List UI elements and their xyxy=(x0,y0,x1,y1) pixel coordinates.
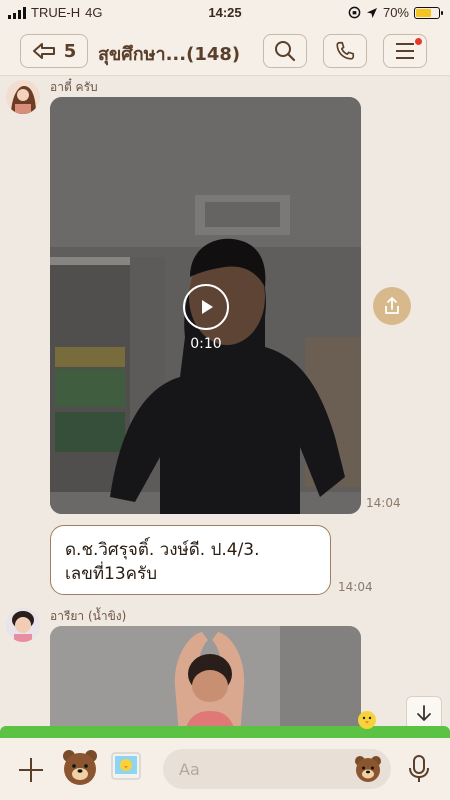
play-icon xyxy=(202,300,213,314)
back-arrow-icon xyxy=(32,43,55,59)
unread-count: 5 xyxy=(63,40,77,62)
sticker-chick-icon xyxy=(358,711,376,729)
share-button[interactable] xyxy=(373,287,411,325)
avatar[interactable] xyxy=(6,80,40,114)
image-icon[interactable] xyxy=(110,750,142,782)
chat-title[interactable]: สุขศึกษา...(148) xyxy=(98,39,240,68)
sticker-brown-icon[interactable] xyxy=(60,747,100,787)
phone-icon xyxy=(336,41,355,60)
message-time: 14:04 xyxy=(366,496,401,510)
status-bar: TRUE-H 4G 14:25 70% xyxy=(0,0,450,26)
menu-button[interactable] xyxy=(383,34,427,68)
scroll-to-bottom-button[interactable] xyxy=(406,696,442,730)
share-icon xyxy=(385,297,399,314)
play-button[interactable] xyxy=(183,284,229,330)
menu-icon xyxy=(396,43,414,59)
chat-header: 5 สุขศึกษา...(148) xyxy=(0,26,450,76)
video-duration: 0:10 xyxy=(190,336,222,352)
location-icon xyxy=(366,7,377,18)
search-icon xyxy=(275,41,296,62)
battery-icon xyxy=(414,6,443,19)
message-time: 14:04 xyxy=(338,580,373,594)
message-text-line: เลขที่13ครับ xyxy=(65,564,157,584)
orientation-lock-icon xyxy=(348,6,361,19)
microphone-icon[interactable] xyxy=(406,754,432,784)
text-message-bubble[interactable]: ด.ช.วิศรุจติ์. วงษ์ดี. ป.4/3. เลขที่13คร… xyxy=(50,525,331,595)
input-bar xyxy=(0,738,450,800)
arrow-down-icon xyxy=(417,705,431,721)
back-button[interactable]: 5 xyxy=(20,34,88,68)
emoji-icon[interactable] xyxy=(353,754,383,784)
battery-percent: 70% xyxy=(382,5,409,20)
message-text-line: ด.ช.วิศรุจติ์. วงษ์ดี. ป.4/3. xyxy=(65,540,260,560)
sender-name: อาตี๋ ครับ xyxy=(50,80,98,94)
call-button[interactable] xyxy=(323,34,367,68)
sender-name: อารียา (น้ำขิง) xyxy=(50,609,127,623)
message-input[interactable] xyxy=(179,757,329,781)
notification-dot xyxy=(415,38,422,45)
video-message[interactable]: 0:10 xyxy=(50,97,361,514)
plus-icon[interactable] xyxy=(17,756,45,784)
search-button[interactable] xyxy=(263,34,307,68)
avatar[interactable] xyxy=(6,608,40,642)
message-input-field[interactable] xyxy=(163,749,391,789)
